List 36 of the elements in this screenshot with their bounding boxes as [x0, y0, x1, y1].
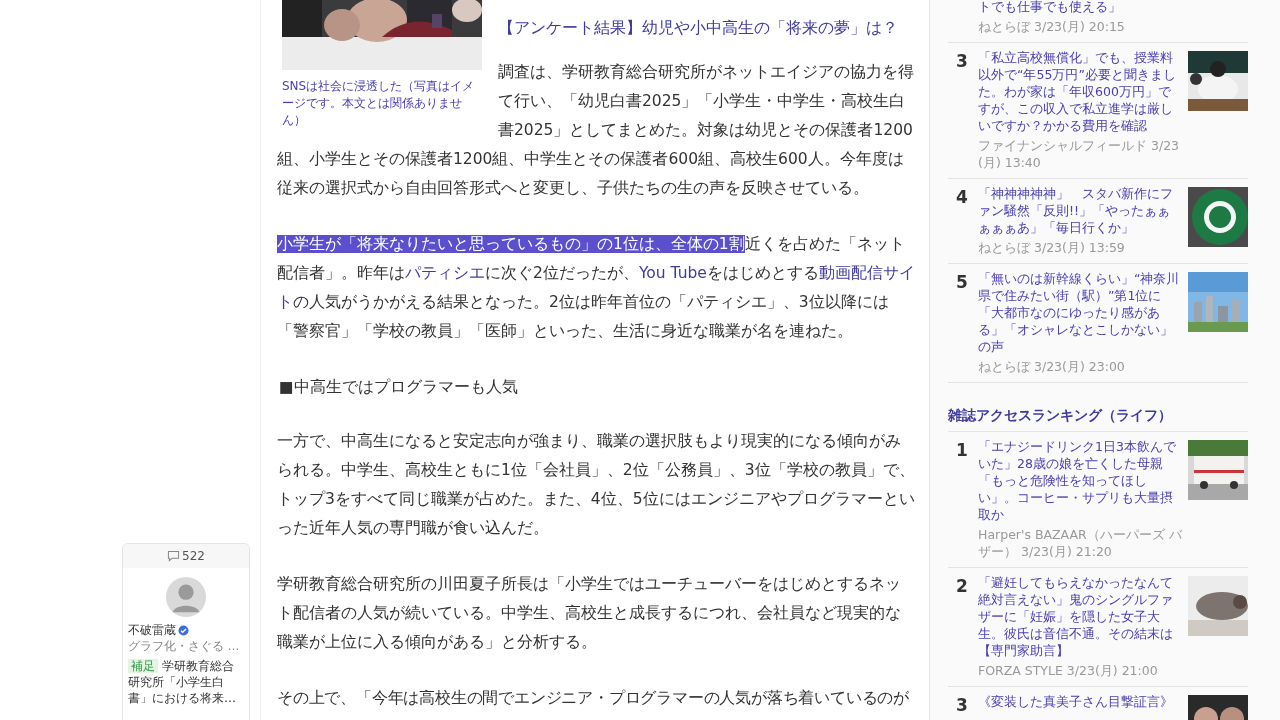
news-headline-link[interactable]: 「エナジードリンク1日3本飲んでいた」28歳の娘を亡くした母親「もっと危険性を知ってほしい」。コーヒー・サプリも大量摂取か	[978, 438, 1182, 523]
article-paragraph: 小学生が「将来なりたいと思っているもの」の1位は、全体の1割近くを占めた「ネット配信者」。昨年はパティシエに次ぐ2位だったが、You Tubeをはじめとする動画配信サイト の人気がうかがえる結果となった。2位は昨年首位の「パティシエ」、3位以降には「警察官」「学校の教員」「医師」といった、生活に身近な職業が名を連ねた。	[277, 234, 915, 342]
news-headline-link[interactable]: 「無いのは新幹線くらい」“神奈川県で住みたい街（駅）”第1位に「大都市なのにゆったり感がある」「オシャレなとこしかない」の声	[978, 270, 1182, 355]
comment-count: 522	[182, 549, 205, 563]
news-source-time: ねとらぼ 3/23(月) 13:59	[978, 239, 1126, 256]
article-paragraph: 学研教育総合研究所の川田夏子所長は「小学生ではユーチューバーをはじめとするネット配信者の人気が続いている。中学生、高校生と成長するにつれ、会社員など現実的な職業が上位に入る傾向がある」と分析する。	[277, 574, 902, 653]
rank-number: 3	[956, 694, 969, 717]
news-source-time: ねとらぼ 3/23(月) 23:00	[978, 358, 1126, 375]
photo-caption: SNSは社会に浸透した（写真はイメージです。本文とは関係ありません）	[282, 78, 476, 129]
news-headline-link[interactable]: 「神神神神神」 スタバ新作にファン騒然「反則!!」「やったぁぁぁぁぁあ」「毎日行くか」	[978, 185, 1182, 236]
author-subtitle: グラフ化・さぐる …	[128, 638, 241, 654]
related-article-link[interactable]: 【アンケート結果】幼児や小中高生の「将来の夢」は？	[498, 19, 898, 37]
news-source-time: Harper's BAZAAR（ハーパーズ バザー） 3/23(月) 21:20	[978, 526, 1182, 560]
news-headline-link[interactable]: 《変装した真美子さん目撃証言》	[978, 693, 1182, 710]
news-source-time: ねとらぼ 3/23(月) 20:15	[978, 18, 1126, 35]
avatar-icon	[165, 576, 207, 618]
ranking-heading: 雑誌アクセスランキング（ライフ）	[948, 405, 1248, 432]
section-heading: ■中高生ではプログラマーも人気	[279, 377, 519, 398]
comment-excerpt[interactable]: 補足 学研教育総合研究所「小学生白書」における将来…	[128, 658, 244, 706]
news-headline-link[interactable]: 「私立高校無償化」でも、授業料以外で“年55万円”必要と聞きました。わが家は「年収600万円」ですが、この収入で私立進学は厳しいですか？かかる費用を確認	[978, 49, 1182, 134]
author-name[interactable]: 不破雷蔵	[128, 622, 176, 638]
article-paragraph: 組、小学生とその保護者1200組、中学生とその保護者600組、高校生600人。今年度は従来の選択式から自由回答形式へと変更し、子供たちの生の声を反映させている。	[277, 149, 905, 199]
news-headline-link[interactable]: 「避妊してもらえなかったなんて絶対言えない」鬼のシングルファザーに「妊娠」を隠した女子大生。彼氏は音信不通。その結末は【専門家助言】	[978, 574, 1182, 659]
rank-number: 1	[956, 439, 969, 462]
comment-card[interactable]: 522 不破雷蔵 グラフ化・さぐる … 補足 学研教育総合研究所「小学生白書」における将来…	[122, 543, 250, 720]
rank-number: 4	[956, 186, 969, 209]
article-paragraph: その上で、「今年は高校生の間でエンジニア・プログラマーの人気が落ち着いているのが	[277, 688, 910, 709]
rank-number: 3	[956, 50, 969, 73]
news-headline-link[interactable]: トでも仕事でも使える」	[978, 0, 1248, 15]
news-source-time: FORZA STYLE 3/23(月) 21:00	[978, 662, 1159, 679]
rank-number: 2	[956, 575, 969, 598]
article-paragraph: 調査は、学研教育総合研究所がネットエイジアの協力を得て行い、「幼児白書2025」「小学生・中学生・高校生白書2025」としてまとめた。対象は幼児とその保護者1200	[498, 62, 915, 141]
article-paragraph: 一方で、中高生になると安定志向が強まり、職業の選択肢もより現実的になる傾向がみられる。中学生、高校生ともに1位「会社員」、2位「公務員」、3位「学校の教員」で、トップ3をすべて同じ職業が占めた。また、4位、5位にはエンジニアやプログラマーといった近年人気の専門職が食い込んだ。	[277, 431, 915, 539]
rank-number: 5	[956, 271, 969, 294]
comment-icon	[167, 550, 181, 562]
news-source-time: ファイナンシャルフィールド 3/23(月) 13:40	[978, 137, 1181, 171]
